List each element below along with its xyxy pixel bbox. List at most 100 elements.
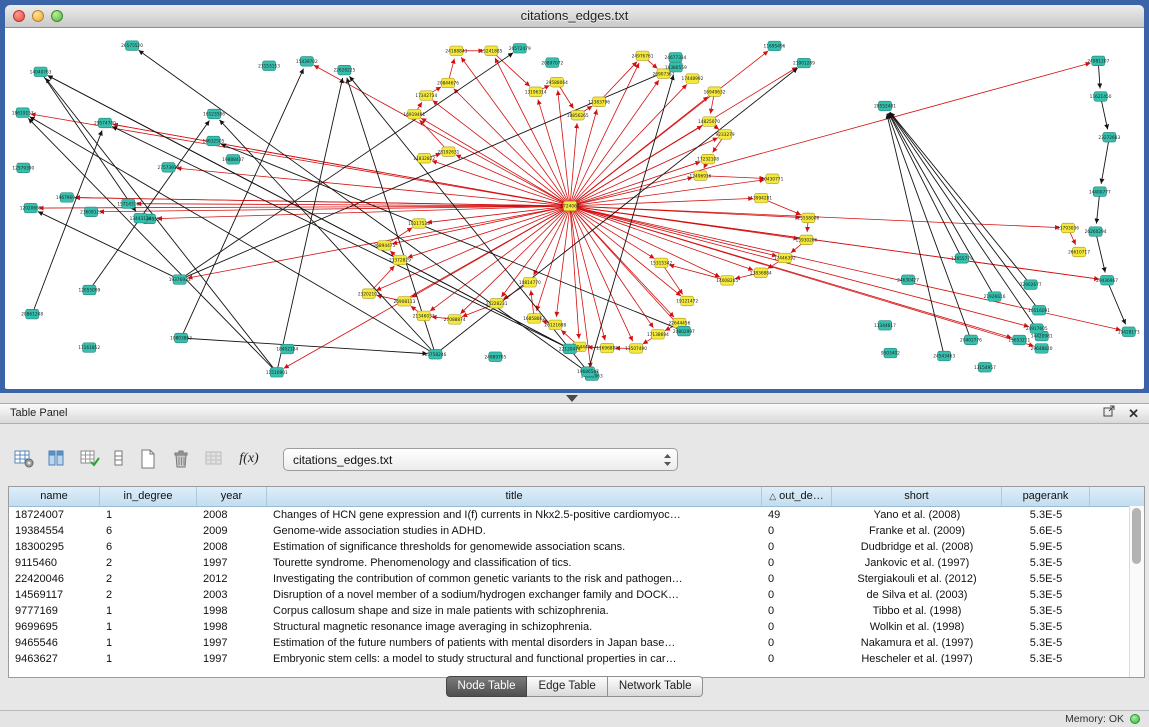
graph-node[interactable]: 22902677: [1020, 280, 1042, 290]
graph-node[interactable]: 24976761: [632, 51, 654, 61]
graph-node[interactable]: 10814770: [519, 278, 541, 288]
cell-pagerank[interactable]: 5.3E-5: [1002, 555, 1090, 571]
cell-title[interactable]: Estimation of significance thresholds fo…: [267, 539, 762, 555]
graph-node[interactable]: 12579390: [12, 163, 34, 173]
graph-node[interactable]: 15653211: [1008, 335, 1030, 345]
cell-year[interactable]: 1997: [197, 555, 267, 571]
graph-node[interactable]: 9503402: [881, 348, 900, 358]
graph-node[interactable]: 24543463: [933, 351, 955, 361]
graph-node[interactable]: 19679694: [56, 193, 78, 203]
cell-in_degree[interactable]: 2: [100, 587, 197, 603]
graph-node[interactable]: 21926616: [984, 292, 1006, 302]
graph-node[interactable]: 26908113: [393, 297, 415, 307]
cell-year[interactable]: 2009: [197, 523, 267, 539]
graph-node[interactable]: 11621450: [1090, 92, 1112, 102]
column-header-title[interactable]: title: [267, 487, 762, 506]
column-header-year[interactable]: year: [197, 487, 267, 506]
graph-node[interactable]: 14400777: [1089, 187, 1111, 197]
cell-pagerank[interactable]: 5.6E-5: [1002, 523, 1090, 539]
graph-node[interactable]: 12383796: [588, 97, 610, 107]
cell-year[interactable]: 2012: [197, 571, 267, 587]
table-row[interactable]: 1938455462009Genome-wide association stu…: [9, 523, 1144, 539]
table-dropdown[interactable]: citations_edges.txt: [283, 448, 678, 471]
cell-short[interactable]: Tibbo et al. (1998): [832, 603, 1002, 619]
graph-node[interactable]: 23836884: [750, 268, 772, 278]
graph-node[interactable]: 16919401: [403, 109, 425, 119]
graph-node[interactable]: 22628225: [333, 65, 355, 75]
cell-in_degree[interactable]: 1: [100, 635, 197, 651]
graph-node[interactable]: 14825070: [698, 117, 720, 127]
graph-node[interactable]: 29588064: [546, 78, 568, 88]
cell-out_degree[interactable]: 0: [762, 619, 832, 635]
cell-short[interactable]: Franke et al. (2009): [832, 523, 1002, 539]
cell-short[interactable]: Hescheler et al. (1997): [832, 651, 1002, 667]
graph-node[interactable]: 26575520: [121, 41, 143, 51]
graph-node[interactable]: 15714318: [117, 199, 139, 209]
cell-name[interactable]: 19384554: [9, 523, 100, 539]
graph-node[interactable]: 18619153: [12, 108, 34, 118]
graph-node[interactable]: 16380559: [665, 62, 687, 72]
cell-year[interactable]: 1997: [197, 635, 267, 651]
cell-name[interactable]: 9463627: [9, 651, 100, 667]
graph-node[interactable]: 24981207: [1087, 56, 1109, 66]
graph-node[interactable]: 15930206: [796, 235, 818, 245]
cell-pagerank[interactable]: 5.3E-5: [1002, 619, 1090, 635]
table-row[interactable]: 946554611997Estimation of the future num…: [9, 635, 1144, 651]
graph-node[interactable]: 11696882: [596, 343, 618, 353]
graph-node[interactable]: 16123586: [203, 109, 225, 119]
table-mode-icon[interactable]: [14, 449, 34, 469]
table-row[interactable]: 946362711997Embryonic stem cells: a mode…: [9, 651, 1144, 667]
cell-name[interactable]: 9465546: [9, 635, 100, 651]
cell-pagerank[interactable]: 5.9E-5: [1002, 539, 1090, 555]
column-header-in-degree[interactable]: in_degree: [100, 487, 197, 506]
tab-edge-table[interactable]: Edge Table: [527, 676, 607, 697]
graph-node[interactable]: 23608123: [80, 207, 102, 217]
graph-node[interactable]: 10430771: [761, 174, 783, 184]
graph-node[interactable]: 11695496: [764, 41, 786, 51]
cell-year[interactable]: 1998: [197, 603, 267, 619]
graph-node[interactable]: 21346033: [413, 311, 435, 321]
cell-pagerank[interactable]: 5.3E-5: [1002, 603, 1090, 619]
graph-node[interactable]: 16949632: [704, 87, 726, 97]
cell-in_degree[interactable]: 2: [100, 555, 197, 571]
cell-title[interactable]: Genome-wide association studies in ADHD.: [267, 523, 762, 539]
cell-year[interactable]: 1998: [197, 619, 267, 635]
graph-node[interactable]: 28552481: [874, 101, 896, 111]
graph-node[interactable]: 19888437: [222, 155, 244, 165]
column-header-short[interactable]: short: [832, 487, 1002, 506]
cell-name[interactable]: 14569117: [9, 587, 100, 603]
graph-node[interactable]: 11344617: [874, 321, 896, 331]
graph-node[interactable]: 12655779: [951, 254, 973, 263]
cell-in_degree[interactable]: 1: [100, 651, 197, 667]
graph-node[interactable]: 12055099: [78, 285, 100, 295]
table-row[interactable]: 911546021997Tourette syndrome. Phenomeno…: [9, 555, 1144, 571]
graph-node[interactable]: 17446392: [774, 253, 796, 263]
graph-node[interactable]: 10217538: [408, 219, 430, 229]
graph-node[interactable]: 16632505: [203, 136, 225, 146]
tab-network-table[interactable]: Network Table: [608, 676, 704, 697]
cell-name[interactable]: 18300295: [9, 539, 100, 555]
graph-node[interactable]: 21001289: [793, 58, 815, 68]
column-header-pagerank[interactable]: pagerank: [1002, 487, 1090, 506]
cell-out_degree[interactable]: 0: [762, 571, 832, 587]
table-row[interactable]: 1830029562008Estimation of significance …: [9, 539, 1144, 555]
table-row[interactable]: 969969511998Structural magnetic resonanc…: [9, 619, 1144, 635]
graph-node[interactable]: 9233279: [716, 130, 735, 140]
scrollbar-thumb[interactable]: [1132, 508, 1141, 564]
graph-node[interactable]: 15241885: [480, 46, 502, 56]
graph-node[interactable]: 11793036: [1057, 223, 1079, 233]
tab-node-table[interactable]: Node Table: [446, 676, 528, 697]
network-graph-svg[interactable]: 1724067118328222819263116919401173427342…: [5, 28, 1144, 389]
graph-node[interactable]: 24677334: [665, 53, 687, 63]
cell-in_degree[interactable]: 1: [100, 603, 197, 619]
cell-in_degree[interactable]: 6: [100, 523, 197, 539]
table-row[interactable]: 977716911998Corpus callosum shape and si…: [9, 603, 1144, 619]
graph-node[interactable]: 13507490: [625, 344, 647, 354]
cell-year[interactable]: 2008: [197, 539, 267, 555]
edit-table-icon[interactable]: [80, 449, 100, 469]
table-row[interactable]: 1456911722003Disruption of a novel membe…: [9, 587, 1144, 603]
graph-node[interactable]: 12020669: [20, 203, 42, 213]
graph-node[interactable]: 23372829: [389, 255, 411, 265]
graph-node[interactable]: 13154957: [974, 362, 996, 372]
import-table-icon[interactable]: [204, 449, 224, 469]
